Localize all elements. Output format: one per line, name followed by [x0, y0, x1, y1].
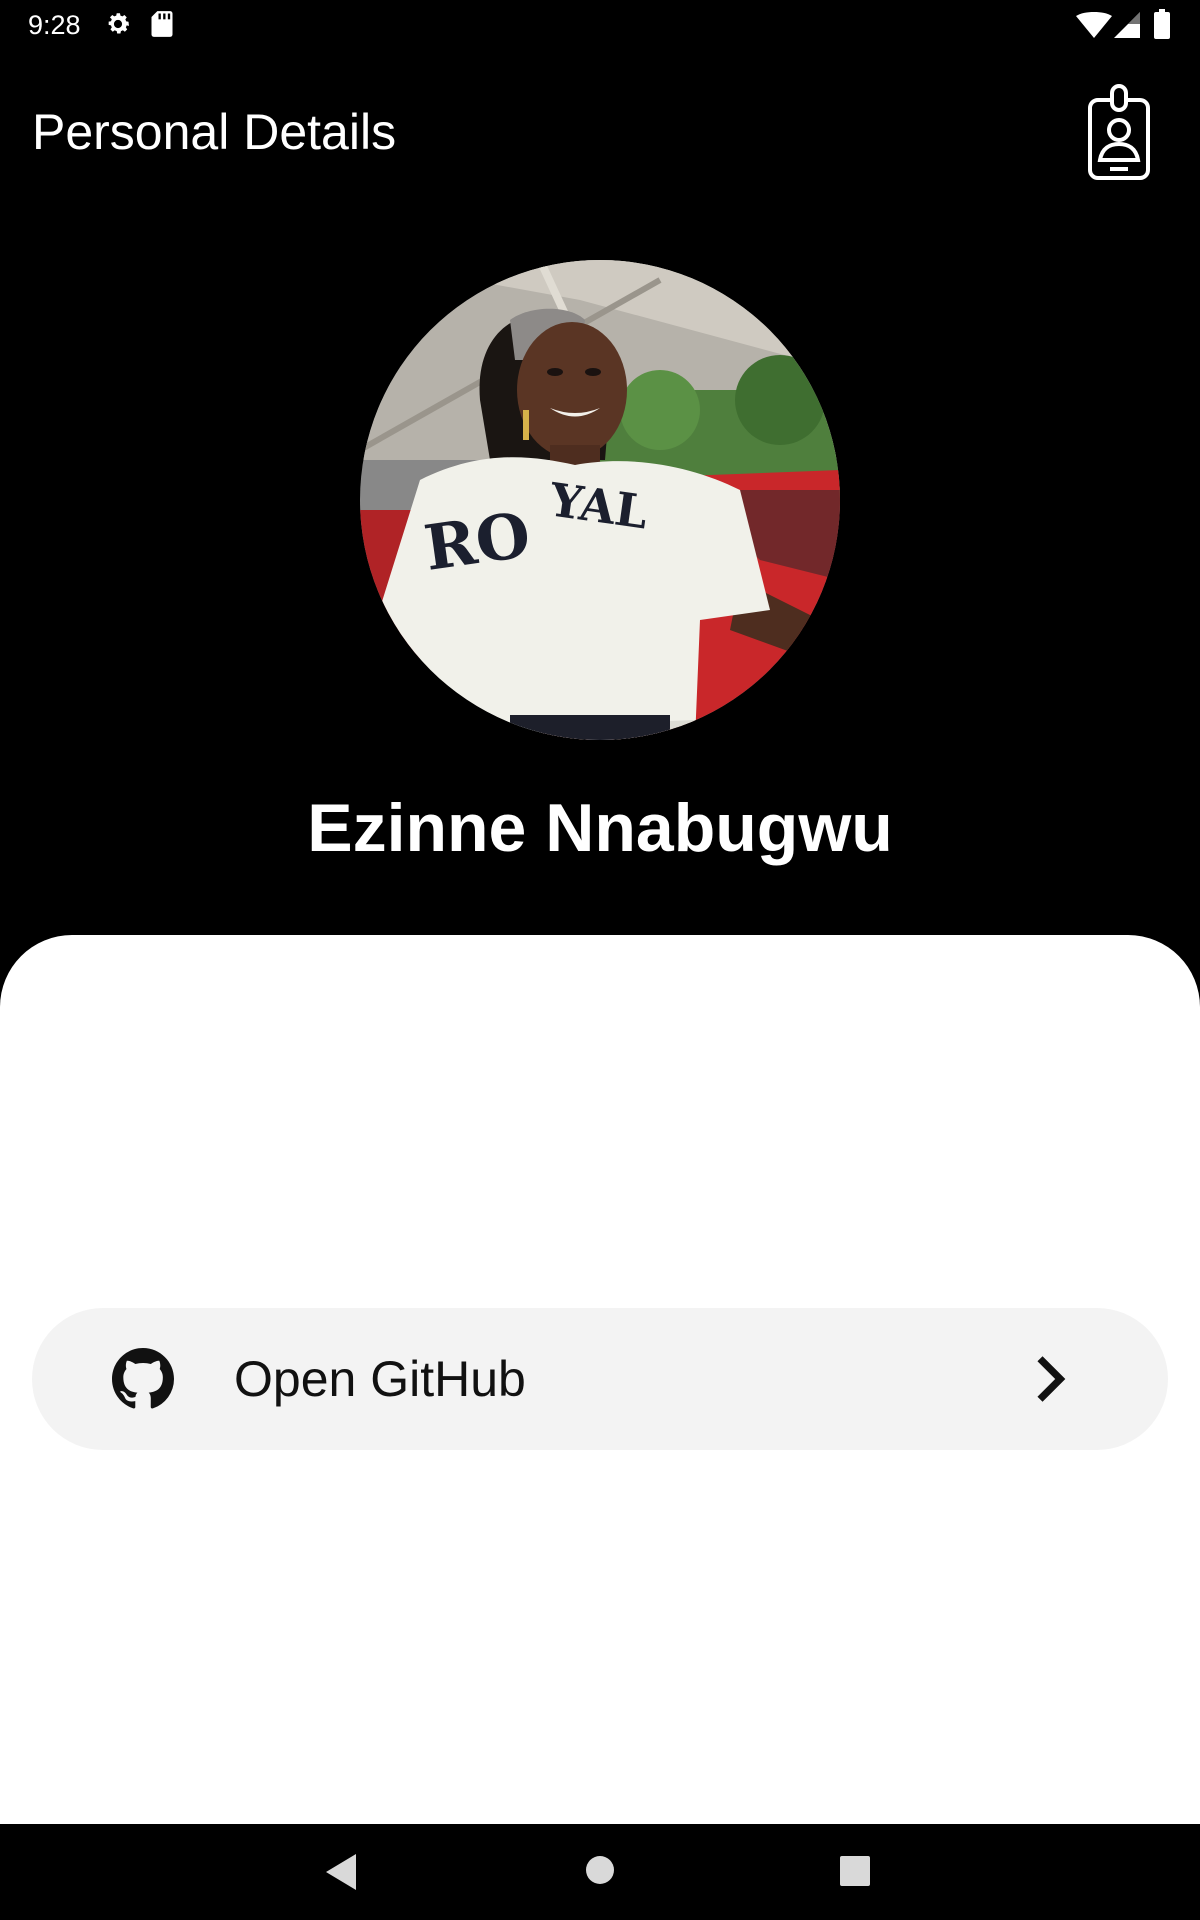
- id-badge-button[interactable]: [1080, 82, 1160, 182]
- svg-text:RO: RO: [420, 498, 535, 585]
- open-github-button[interactable]: Open GitHub: [32, 1308, 1168, 1450]
- id-badge-icon: [1088, 84, 1150, 180]
- recents-icon[interactable]: [840, 1856, 870, 1891]
- profile-name: Ezinne Nnabugwu: [307, 790, 893, 866]
- personal-details-screen: 9:28 Personal Details RO YAL Ezinne Nnab…: [0, 0, 1200, 1920]
- signal-icon: [1114, 12, 1140, 43]
- sd-card-icon: [150, 10, 174, 43]
- home-icon[interactable]: [584, 1854, 616, 1891]
- status-time: 9:28: [28, 10, 81, 40]
- page-title: Personal Details: [32, 104, 397, 160]
- profile-avatar: RO YAL: [360, 260, 840, 740]
- github-icon: [112, 1348, 174, 1409]
- system-nav-bar: [0, 1824, 1200, 1920]
- battery-icon: [1154, 9, 1170, 44]
- back-icon[interactable]: [326, 1854, 358, 1895]
- wifi-icon: [1076, 12, 1112, 43]
- open-github-label: Open GitHub: [234, 1351, 526, 1407]
- chevron-right-icon: [1037, 1356, 1066, 1402]
- gear-icon: [104, 10, 132, 43]
- status-bar: 9:28: [0, 0, 1200, 50]
